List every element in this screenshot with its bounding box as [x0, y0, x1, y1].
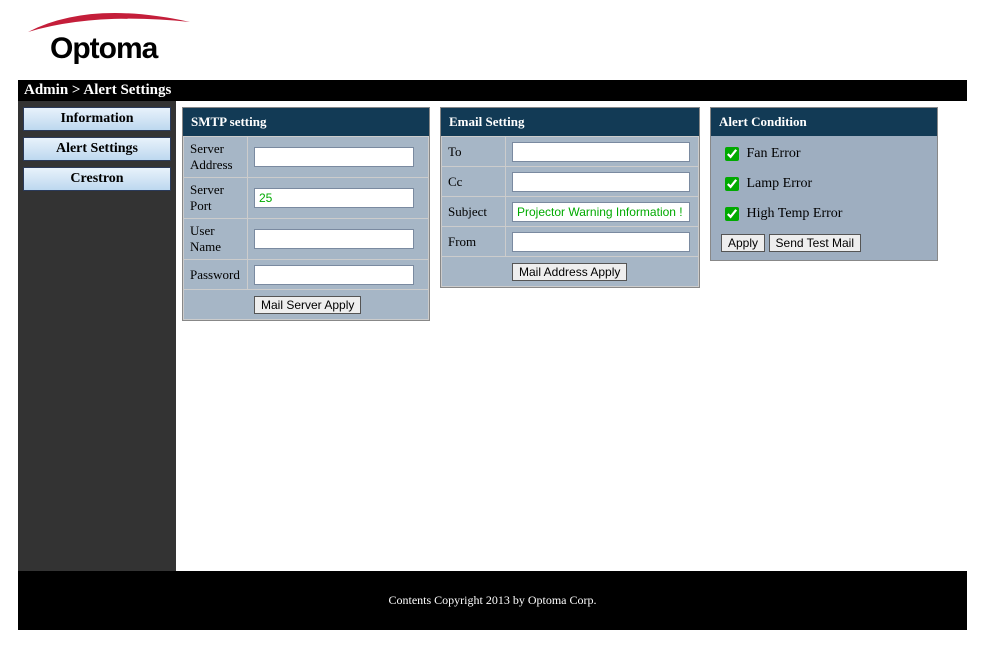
- lamp-error-checkbox[interactable]: [725, 177, 739, 191]
- smtp-panel: SMTP setting Server Address Server Port …: [182, 107, 430, 321]
- breadcrumb: Admin > Alert Settings: [18, 80, 967, 101]
- content-area: SMTP setting Server Address Server Port …: [176, 101, 967, 571]
- sidebar: Information Alert Settings Crestron: [18, 101, 176, 571]
- mail-server-apply-button[interactable]: Mail Server Apply: [254, 296, 361, 314]
- user-name-label: User Name: [184, 219, 248, 260]
- lamp-error-row: Lamp Error: [721, 174, 927, 194]
- mail-address-apply-button[interactable]: Mail Address Apply: [512, 263, 627, 281]
- send-test-mail-button[interactable]: Send Test Mail: [769, 234, 862, 252]
- server-port-label: Server Port: [184, 178, 248, 219]
- password-label: Password: [184, 260, 248, 290]
- fan-error-checkbox[interactable]: [725, 147, 739, 161]
- server-port-input[interactable]: [254, 188, 414, 208]
- footer-text: Contents Copyright 2013 by Optoma Corp.: [389, 593, 597, 607]
- logo-text: Optoma: [50, 32, 157, 66]
- email-panel-title: Email Setting: [441, 108, 699, 136]
- high-temp-label: High Temp Error: [747, 206, 843, 221]
- from-label: From: [442, 227, 506, 257]
- password-input[interactable]: [254, 265, 414, 285]
- sidebar-item-alert-settings[interactable]: Alert Settings: [23, 137, 171, 161]
- alert-panel: Alert Condition Fan Error Lamp Error Hig…: [710, 107, 938, 261]
- server-address-input[interactable]: [254, 147, 414, 167]
- from-input[interactable]: [512, 232, 690, 252]
- smtp-panel-title: SMTP setting: [183, 108, 429, 136]
- lamp-error-label: Lamp Error: [747, 176, 813, 191]
- optoma-logo: Optoma: [20, 10, 200, 70]
- high-temp-checkbox[interactable]: [725, 207, 739, 221]
- subject-label: Subject: [442, 197, 506, 227]
- to-input[interactable]: [512, 142, 690, 162]
- user-name-input[interactable]: [254, 229, 414, 249]
- sidebar-item-crestron[interactable]: Crestron: [23, 167, 171, 191]
- server-address-label: Server Address: [184, 137, 248, 178]
- footer: Contents Copyright 2013 by Optoma Corp.: [18, 571, 967, 630]
- alert-panel-title: Alert Condition: [711, 108, 937, 136]
- fan-error-label: Fan Error: [747, 146, 801, 161]
- cc-input[interactable]: [512, 172, 690, 192]
- header: Optoma: [0, 0, 985, 80]
- alert-apply-button[interactable]: Apply: [721, 234, 765, 252]
- high-temp-row: High Temp Error: [721, 204, 927, 224]
- sidebar-item-information[interactable]: Information: [23, 107, 171, 131]
- to-label: To: [442, 137, 506, 167]
- cc-label: Cc: [442, 167, 506, 197]
- fan-error-row: Fan Error: [721, 144, 927, 164]
- subject-input[interactable]: [512, 202, 690, 222]
- email-panel: Email Setting To Cc Subject From: [440, 107, 700, 288]
